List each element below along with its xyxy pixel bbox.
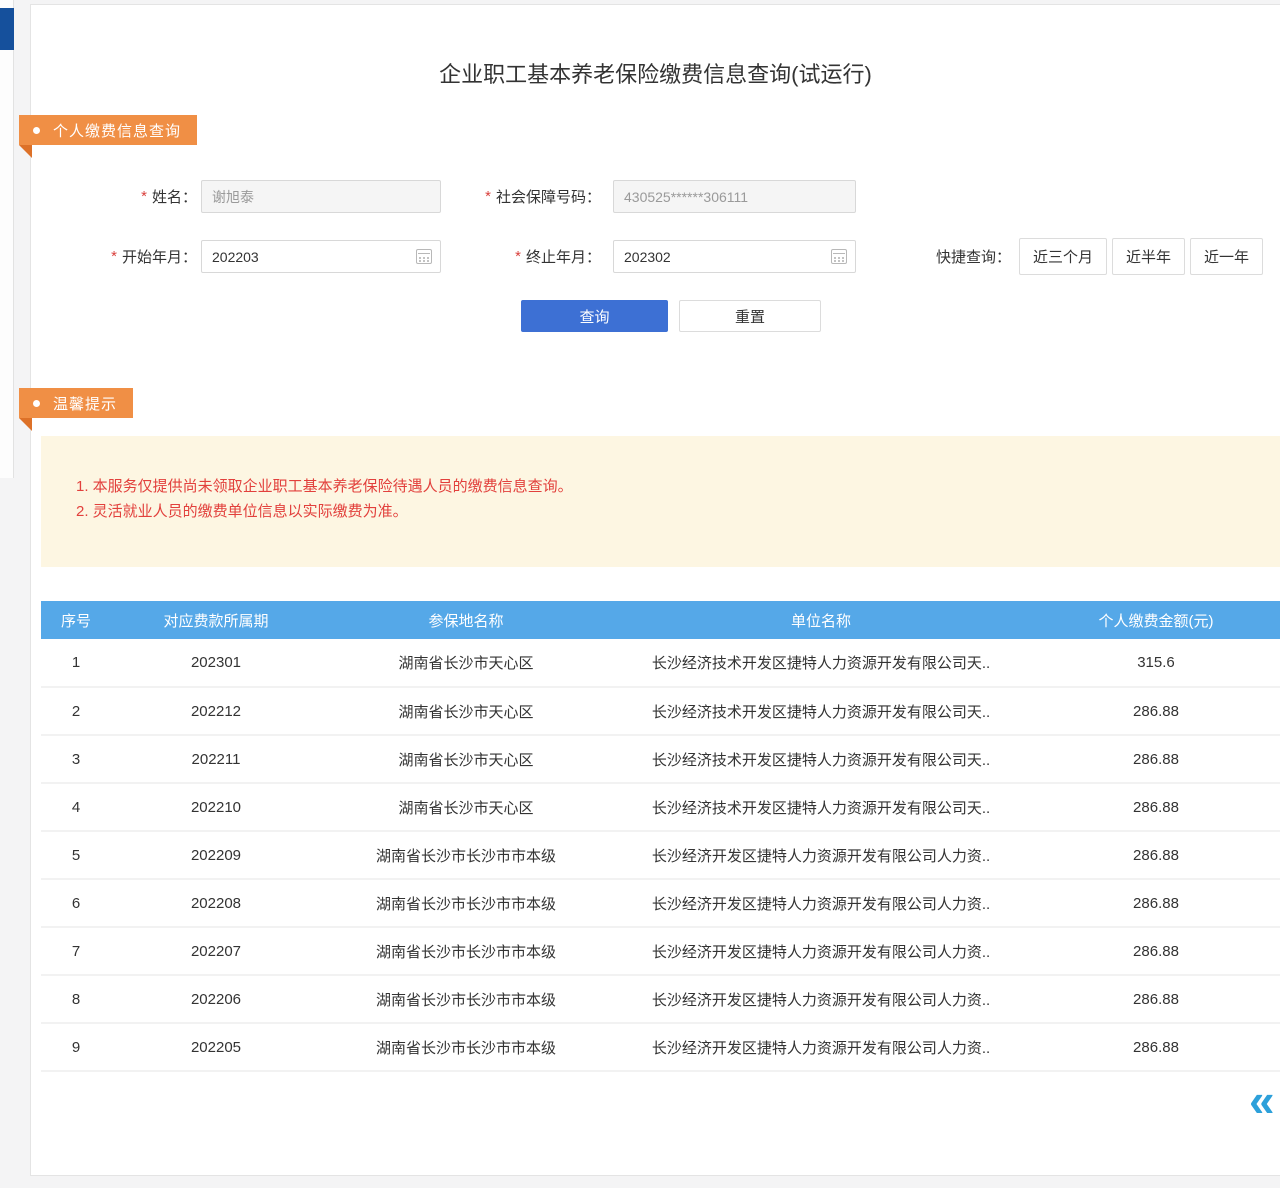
calendar-icon[interactable] — [416, 249, 432, 264]
required-marker: * — [111, 248, 117, 265]
cell-seq: 7 — [41, 927, 111, 975]
cell-seq: 6 — [41, 879, 111, 927]
cell-area: 湖南省长沙市长沙市市本级 — [321, 1023, 611, 1071]
quick-query-option[interactable]: 近半年 — [1112, 238, 1185, 275]
table-row: 4202210湖南省长沙市天心区长沙经济技术开发区捷特人力资源开发有限公司天..… — [41, 783, 1280, 831]
cell-amount: 286.88 — [1031, 735, 1280, 783]
bullet-dot-icon — [33, 127, 40, 134]
cell-amount: 286.88 — [1031, 1023, 1280, 1071]
left-edge-panel — [0, 0, 14, 478]
cell-company: 长沙经济技术开发区捷特人力资源开发有限公司天.. — [611, 687, 1031, 735]
cell-company: 长沙经济技术开发区捷特人力资源开发有限公司天.. — [611, 735, 1031, 783]
cell-area: 湖南省长沙市长沙市市本级 — [321, 975, 611, 1023]
results-table: 序号 对应费款所属期 参保地名称 单位名称 个人缴费金额(元) 1202301湖… — [41, 601, 1280, 1072]
cell-amount: 286.88 — [1031, 927, 1280, 975]
header-seq: 序号 — [41, 601, 111, 639]
cell-amount: 286.88 — [1031, 879, 1280, 927]
cell-company: 长沙经济开发区捷特人力资源开发有限公司人力资.. — [611, 1023, 1031, 1071]
start-month-input[interactable] — [201, 240, 441, 273]
required-marker: * — [485, 188, 491, 205]
quick-query-group: 近三个月近半年近一年 — [1019, 238, 1263, 275]
cell-company: 长沙经济技术开发区捷特人力资源开发有限公司天.. — [611, 639, 1031, 687]
header-period: 对应费款所属期 — [111, 601, 321, 639]
cell-area: 湖南省长沙市天心区 — [321, 639, 611, 687]
table-row: 1202301湖南省长沙市天心区长沙经济技术开发区捷特人力资源开发有限公司天..… — [41, 639, 1280, 687]
cell-amount: 286.88 — [1031, 687, 1280, 735]
cell-area: 湖南省长沙市长沙市市本级 — [321, 927, 611, 975]
cell-area: 湖南省长沙市长沙市市本级 — [321, 879, 611, 927]
section-badge-personal-payment-query: 个人缴费信息查询 — [19, 115, 197, 145]
end-month-input[interactable] — [613, 240, 856, 273]
table-row: 7202207湖南省长沙市长沙市市本级长沙经济开发区捷特人力资源开发有限公司人力… — [41, 927, 1280, 975]
cell-amount: 315.6 — [1031, 639, 1280, 687]
cell-company: 长沙经济开发区捷特人力资源开发有限公司人力资.. — [611, 975, 1031, 1023]
table-row: 8202206湖南省长沙市长沙市市本级长沙经济开发区捷特人力资源开发有限公司人力… — [41, 975, 1280, 1023]
cell-period: 202211 — [111, 735, 321, 783]
cell-area: 湖南省长沙市天心区 — [321, 687, 611, 735]
required-marker: * — [515, 248, 521, 265]
header-area: 参保地名称 — [321, 601, 611, 639]
cell-seq: 3 — [41, 735, 111, 783]
cell-company: 长沙经济开发区捷特人力资源开发有限公司人力资.. — [611, 831, 1031, 879]
notice-box: 1. 本服务仅提供尚未领取企业职工基本养老保险待遇人员的缴费信息查询。 2. 灵… — [41, 436, 1280, 567]
cell-seq: 5 — [41, 831, 111, 879]
table-row: 5202209湖南省长沙市长沙市市本级长沙经济开发区捷特人力资源开发有限公司人力… — [41, 831, 1280, 879]
table-header-row: 序号 对应费款所属期 参保地名称 单位名称 个人缴费金额(元) — [41, 601, 1280, 639]
ribbon-fold-icon — [19, 418, 32, 431]
cell-period: 202212 — [111, 687, 321, 735]
cell-area: 湖南省长沙市天心区 — [321, 783, 611, 831]
calendar-icon[interactable] — [831, 249, 847, 264]
top-left-corner-block — [0, 8, 14, 50]
cell-company: 长沙经济技术开发区捷特人力资源开发有限公司天.. — [611, 783, 1031, 831]
cell-period: 202205 — [111, 1023, 321, 1071]
cell-seq: 4 — [41, 783, 111, 831]
reset-button[interactable]: 重置 — [679, 300, 821, 332]
table-body: 1202301湖南省长沙市天心区长沙经济技术开发区捷特人力资源开发有限公司天..… — [41, 639, 1280, 1071]
table-row: 6202208湖南省长沙市长沙市市本级长沙经济开发区捷特人力资源开发有限公司人力… — [41, 879, 1280, 927]
ssn-input[interactable] — [613, 180, 856, 213]
cell-period: 202209 — [111, 831, 321, 879]
section-badge-label: 温馨提示 — [53, 393, 117, 414]
cell-amount: 286.88 — [1031, 831, 1280, 879]
table-row: 2202212湖南省长沙市天心区长沙经济技术开发区捷特人力资源开发有限公司天..… — [41, 687, 1280, 735]
quick-query-option[interactable]: 近三个月 — [1019, 238, 1107, 275]
notice-line: 2. 灵活就业人员的缴费单位信息以实际缴费为准。 — [76, 499, 1280, 524]
section-badge-label: 个人缴费信息查询 — [53, 120, 181, 141]
table-row: 3202211湖南省长沙市天心区长沙经济技术开发区捷特人力资源开发有限公司天..… — [41, 735, 1280, 783]
section-badge-tips: 温馨提示 — [19, 388, 133, 418]
quick-query-option[interactable]: 近一年 — [1190, 238, 1263, 275]
cell-amount: 286.88 — [1031, 783, 1280, 831]
cell-area: 湖南省长沙市天心区 — [321, 735, 611, 783]
collapse-chevron-icon[interactable]: « — [1249, 1077, 1275, 1123]
page-title: 企业职工基本养老保险缴费信息查询(试运行) — [31, 57, 1280, 89]
start-month-label: * 开始年月： — [91, 240, 197, 273]
cell-period: 202210 — [111, 783, 321, 831]
cell-amount: 286.88 — [1031, 975, 1280, 1023]
ribbon-fold-icon — [19, 145, 32, 158]
cell-area: 湖南省长沙市长沙市市本级 — [321, 831, 611, 879]
header-amount: 个人缴费金额(元) — [1031, 601, 1280, 639]
cell-seq: 8 — [41, 975, 111, 1023]
quick-query-label: 快捷查询： — [911, 238, 1011, 275]
query-button[interactable]: 查询 — [521, 300, 668, 332]
cell-company: 长沙经济开发区捷特人力资源开发有限公司人力资.. — [611, 879, 1031, 927]
notice-line: 1. 本服务仅提供尚未领取企业职工基本养老保险待遇人员的缴费信息查询。 — [76, 474, 1280, 499]
name-label: * 姓名： — [91, 180, 197, 213]
ssn-label: * 社会保障号码： — [469, 180, 601, 213]
required-marker: * — [141, 188, 147, 205]
cell-period: 202301 — [111, 639, 321, 687]
cell-period: 202206 — [111, 975, 321, 1023]
cell-period: 202207 — [111, 927, 321, 975]
table-row: 9202205湖南省长沙市长沙市市本级长沙经济开发区捷特人力资源开发有限公司人力… — [41, 1023, 1280, 1071]
cell-seq: 2 — [41, 687, 111, 735]
cell-seq: 9 — [41, 1023, 111, 1071]
name-input[interactable] — [201, 180, 441, 213]
cell-seq: 1 — [41, 639, 111, 687]
cell-company: 长沙经济开发区捷特人力资源开发有限公司人力资.. — [611, 927, 1031, 975]
header-company: 单位名称 — [611, 601, 1031, 639]
end-month-label: * 终止年月： — [469, 240, 601, 273]
bullet-dot-icon — [33, 400, 40, 407]
cell-period: 202208 — [111, 879, 321, 927]
main-panel: 企业职工基本养老保险缴费信息查询(试运行) 个人缴费信息查询 * 姓名： * 社… — [30, 4, 1280, 1176]
